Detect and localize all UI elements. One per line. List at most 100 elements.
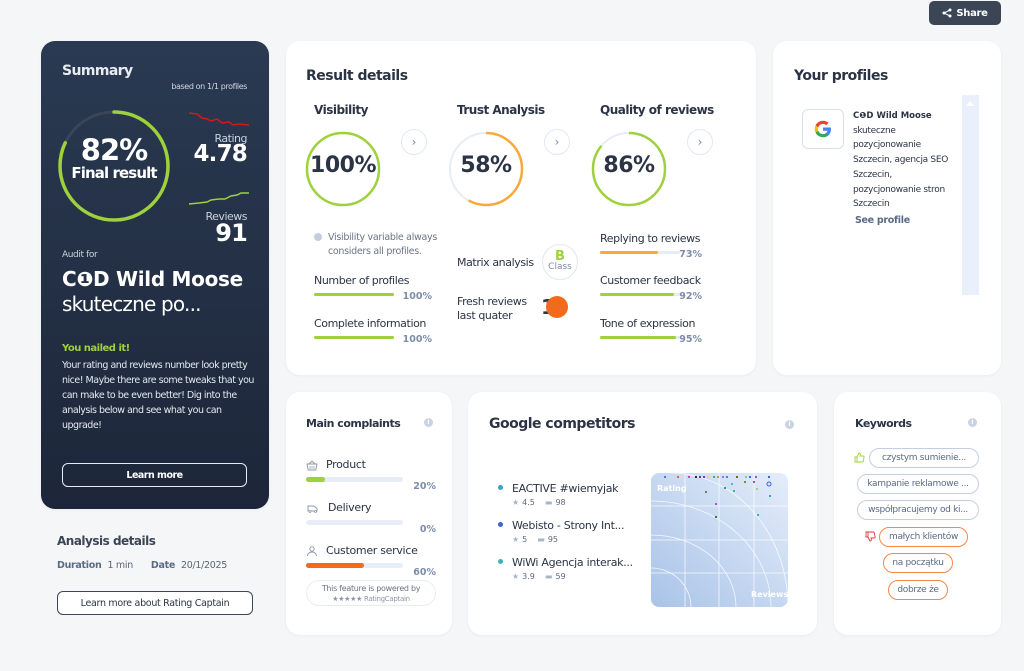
based-on-text: based on 1/1 profiles (171, 82, 247, 91)
scatter-point (703, 476, 705, 478)
see-profile-link[interactable]: See profile (855, 215, 910, 226)
competitor-item[interactable]: Webisto - Strony Int... ★ 5 ▬ 95 (498, 519, 628, 544)
scatter-point (733, 490, 735, 492)
scatter-point (677, 476, 679, 478)
visibility-details-button[interactable]: › (401, 129, 427, 155)
duration-value: 1 min (107, 560, 133, 571)
competitor-item[interactable]: EACTIVE #wiemyjak ★ 4.5 ▬ 98 (498, 482, 628, 507)
info-icon (314, 233, 322, 241)
trust-analysis-details-button[interactable]: › (544, 129, 570, 155)
reviews-value: 91 (215, 219, 248, 247)
scatter-point (769, 495, 771, 497)
competitors-scatter-map[interactable]: Rating Reviews (651, 473, 788, 607)
number-of-profiles-percent: 100% (402, 291, 432, 302)
number-of-profiles-fill (314, 293, 394, 296)
reviews-trend-sparkline (189, 192, 249, 205)
competitor-reviews-value: 59 (555, 572, 566, 581)
scatter-point (695, 476, 697, 478)
complaint-product-percent: 20% (413, 481, 436, 492)
google-competitors-card: Google competitors i EACTIVE #wiemyjak ★… (468, 392, 817, 635)
analysis-details: Analysis details Duration 1 min Date 20/… (57, 534, 257, 615)
thumbs-up-icon (854, 452, 865, 463)
positive-keyword[interactable]: współpracujemy od ki... (857, 500, 979, 520)
positive-keyword[interactable]: kampanie reklamowe ... (857, 474, 979, 494)
replying-to-reviews-percent: 73% (679, 249, 702, 260)
scatter-point (699, 476, 701, 478)
competitor-reviews: ▬ 59 (545, 572, 566, 581)
profiles-scrollbar[interactable] (962, 95, 979, 295)
scatter-point (688, 476, 690, 478)
nailed-it-text: Your rating and reviews number look pret… (62, 360, 254, 431)
scatter-point (705, 491, 707, 493)
complaint-customer-service-percent: 60% (413, 567, 436, 578)
main-complaints-title: Main complaints (306, 417, 401, 430)
person-icon (307, 545, 317, 556)
quality-of-reviews-title: Quality of reviews (600, 103, 714, 117)
competitor-reviews-value: 98 (555, 498, 566, 507)
audit-for-label: Audit for (62, 250, 98, 260)
business-name-line1: C❶D Wild Moose (62, 267, 243, 291)
tone-of-expression-fill (600, 336, 676, 339)
scatter-point (715, 516, 717, 518)
summary-card: Summary based on 1/1 profiles 82% Final … (41, 41, 269, 509)
business-name-line2: skuteczne po... (62, 292, 202, 316)
competitor-color-dot (498, 559, 503, 564)
visibility-note: Visibility variable always considers all… (314, 231, 444, 259)
quality-of-reviews-details-button[interactable]: › (687, 129, 713, 155)
negative-keyword[interactable]: na początku (883, 553, 953, 573)
complaint-product: Product 20% (306, 458, 436, 492)
fresh-reviews-label-line1: Fresh reviews (457, 295, 527, 308)
negative-keyword[interactable]: małych klientów (879, 527, 968, 547)
profile-name: C❶D Wild Moose skuteczne pozycjonowanie … (853, 109, 955, 212)
info-icon[interactable]: i (424, 418, 433, 427)
comment-icon: ▬ (544, 498, 553, 507)
competitor-name: Webisto - Strony Int... (512, 519, 625, 532)
customer-feedback-label: Customer feedback (600, 274, 701, 287)
scatter-point (713, 476, 715, 478)
summary-title: Summary (62, 63, 133, 79)
competitor-color-dot (498, 485, 503, 490)
scatter-point (749, 476, 751, 478)
scatter-point (724, 487, 726, 489)
competitor-item[interactable]: WiWi Agencja interak... ★ 3.9 ▬ 59 (498, 556, 633, 581)
star-icon: ★ (512, 572, 520, 581)
share-button[interactable]: Share (929, 1, 1001, 25)
date-label: Date (150, 560, 176, 571)
competitor-rating: ★ 3.9 (512, 572, 535, 581)
fresh-reviews-label: Fresh reviews last quater (457, 295, 527, 323)
fresh-reviews-label-line2: last quater (457, 309, 513, 322)
keywords-title: Keywords (855, 417, 912, 430)
competitor-reviews: ▬ 98 (545, 498, 566, 507)
profile-name-bold: C❶D Wild Moose (853, 111, 932, 121)
info-icon[interactable]: i (785, 420, 794, 429)
competitor-rating-value: 4.5 (522, 498, 535, 507)
number-of-profiles-bar (314, 293, 394, 296)
fresh-reviews-indicator (546, 296, 568, 318)
complete-information-label: Complete information (314, 317, 426, 330)
rating-captain-logo: ★★★★★ RatingCaptain (332, 595, 410, 603)
matrix-analysis-label: Matrix analysis (457, 256, 534, 269)
van-icon (307, 505, 318, 513)
nailed-it-title: You nailed it! (62, 343, 130, 354)
info-icon[interactable]: i (968, 418, 977, 427)
powered-by-text: This feature is powered by (321, 584, 421, 593)
final-result-text: 82% Final result (57, 135, 171, 181)
complaint-delivery-bar (306, 520, 403, 525)
final-result-label: Final result (71, 164, 157, 182)
positive-keyword[interactable]: czystym sumienie... (869, 448, 979, 468)
negative-keyword[interactable]: dobrze że (888, 580, 948, 600)
matrix-class-label: Class (548, 262, 572, 272)
complaint-customer-service-fill (306, 563, 365, 568)
complete-information-fill (314, 336, 394, 339)
scatter-point (755, 476, 757, 478)
competitor-name: EACTIVE #wiemyjak (512, 482, 619, 495)
comment-icon: ▬ (544, 572, 553, 581)
replying-to-reviews-label: Replying to reviews (600, 232, 701, 245)
learn-more-rating-captain-button[interactable]: Learn more about Rating Captain (57, 591, 253, 615)
google-competitors-title: Google competitors (489, 416, 635, 432)
competitor-reviews-value: 95 (547, 535, 559, 544)
learn-more-button[interactable]: Learn more (62, 463, 247, 487)
chevron-right-icon: › (697, 135, 703, 149)
visibility-note-text: Visibility variable always considers all… (328, 232, 438, 257)
scroll-up-arrow-icon[interactable] (966, 101, 974, 106)
